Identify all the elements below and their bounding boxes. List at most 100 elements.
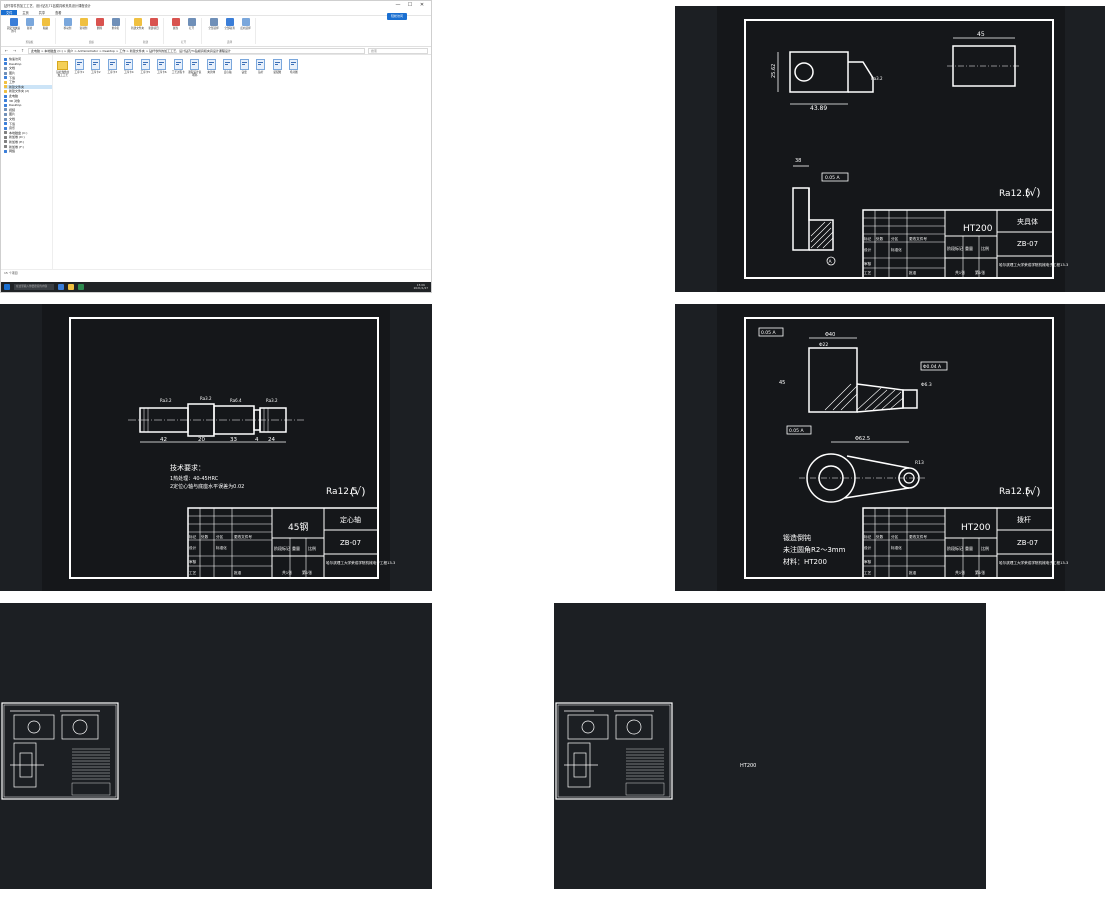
- app-icon[interactable]: [78, 284, 84, 290]
- document-icon: [289, 59, 299, 70]
- file-item[interactable]: 夹具体: [205, 59, 219, 77]
- ribbon-button[interactable]: 复制: [23, 18, 36, 30]
- tb-label-process: 工艺: [864, 270, 872, 275]
- tb-label-zone: 分区: [891, 534, 899, 539]
- nav-item-label: 新建文件夹 (2): [9, 89, 30, 94]
- ribbon-button[interactable]: 重命名: [109, 18, 122, 30]
- title-part-name: 夹具体: [1017, 217, 1038, 226]
- forward-arrow-icon[interactable]: →: [12, 48, 17, 53]
- ribbon-button[interactable]: 反向选择: [239, 18, 252, 30]
- ribbon-button-label: 固定到快速访问: [7, 27, 20, 33]
- tb-label-standard: 标准化: [891, 545, 902, 550]
- folder-icon: [4, 103, 7, 107]
- tb-label-review: 审核: [864, 559, 872, 564]
- maximize-button[interactable]: ☐: [404, 1, 416, 10]
- clock[interactable]: 15:06 2021/1/27: [414, 283, 428, 290]
- file-item[interactable]: 定心轴: [221, 59, 235, 77]
- ribbon-button-icon: [79, 18, 88, 26]
- menu-home[interactable]: 主页: [17, 10, 33, 15]
- nav-item-label: 快速访问: [9, 57, 22, 62]
- cad-drawing-fixture-body[interactable]: 43.89 25.62 Ra3.2 45 38 0.05 A A Ra12.5 …: [675, 6, 1105, 292]
- menu-view[interactable]: 查看: [50, 10, 66, 15]
- file-item[interactable]: 工序卡4: [122, 59, 136, 77]
- close-button[interactable]: ✕: [416, 1, 428, 10]
- ribbon-button[interactable]: 固定到快速访问: [7, 18, 20, 33]
- cad-drawing-lever[interactable]: 0.05 A Φ40 Φ22 45 Φ6.3 Φ0.04 A 0.05 A Φ6…: [675, 304, 1105, 591]
- ribbon-button-label: 粘贴: [42, 27, 49, 30]
- file-item[interactable]: 钻套: [238, 59, 252, 77]
- ribbon-button-icon: [187, 18, 196, 26]
- minimize-button[interactable]: —: [392, 1, 404, 10]
- nav-item-label: 下载: [9, 121, 16, 126]
- ribbon-button[interactable]: 全部取消: [223, 18, 236, 30]
- ease-of-access-badge[interactable]: 轻松访问: [387, 13, 407, 20]
- edge-browser-icon[interactable]: [58, 284, 64, 290]
- ribbon-button[interactable]: 全部选择: [207, 18, 220, 30]
- taskbar: 在这里输入你要搜索的内容 15:06 2021/1/27: [1, 282, 431, 292]
- up-arrow-icon[interactable]: ↑: [20, 48, 25, 53]
- search-input[interactable]: 搜索: [368, 47, 428, 54]
- tech-requirement-1: 1热处理：40-45HRC: [170, 475, 219, 482]
- tb-label-process: 工艺: [189, 570, 197, 575]
- tolerance-frame-right: Φ0.04 A: [923, 364, 942, 370]
- ribbon-button[interactable]: 移动到: [61, 18, 74, 30]
- document-icon: [190, 59, 200, 70]
- ribbon-button-icon: [241, 18, 250, 26]
- tb-total-sheets: 共1张: [282, 570, 292, 575]
- file-item[interactable]: 工序卡3: [106, 59, 120, 77]
- ribbon-button[interactable]: 打开: [185, 18, 198, 30]
- back-arrow-icon[interactable]: ←: [4, 48, 9, 53]
- file-explorer-icon[interactable]: [68, 284, 74, 290]
- document-icon: [272, 59, 282, 70]
- ribbon-button-icon: [9, 18, 18, 26]
- file-item[interactable]: 毛坯图: [287, 59, 301, 77]
- tb-label-count: 处数: [201, 534, 209, 539]
- file-item[interactable]: 钻杆: [254, 59, 268, 77]
- file-item[interactable]: 装配图: [271, 59, 285, 77]
- file-item[interactable]: 钻杆零件的加工工艺: [56, 59, 70, 77]
- ribbon-button-label: 重命名: [111, 27, 120, 30]
- address-input[interactable]: 此电脑 > 本地磁盘 (C:) > 用户 > Administrator > D…: [28, 47, 365, 54]
- tb-label-stage: 阶段标记: [947, 545, 963, 551]
- folder-icon: [4, 126, 7, 130]
- folder-icon: [4, 135, 7, 139]
- nav-item[interactable]: 网络: [4, 149, 52, 154]
- menu-share[interactable]: 共享: [34, 10, 50, 15]
- document-icon: [256, 59, 266, 70]
- folder-icon: [4, 131, 7, 135]
- ribbon-button[interactable]: 删除: [93, 18, 106, 30]
- ribbon-button[interactable]: 新建文件夹: [131, 18, 144, 30]
- tb-label-design: 设计: [864, 247, 872, 252]
- title-drawing-number: ZB-07: [1017, 240, 1038, 248]
- roughness-check: (√): [1025, 186, 1041, 199]
- nav-item-label: 文档: [9, 66, 16, 71]
- document-icon: [239, 59, 249, 70]
- ribbon-button[interactable]: 新建项目: [147, 18, 160, 30]
- title-part-name: 拨杆: [1017, 515, 1031, 524]
- tb-label-scale: 比例: [308, 545, 316, 551]
- file-item[interactable]: 工序卡2: [89, 59, 103, 77]
- cad-drawing-assembly-2[interactable]: HT200: [554, 603, 986, 889]
- file-item[interactable]: 工序卡1: [73, 59, 87, 77]
- dim-side: 38: [795, 158, 801, 164]
- cad-drawing-centering-shaft[interactable]: 42 20 33 4 24 Ra3.2 Ra3.2 Ra6.4 Ra3.2 技术…: [0, 304, 432, 591]
- file-name: 工序卡4: [124, 71, 134, 74]
- nav-item-label: 新加卷 (F:): [9, 144, 24, 149]
- file-item[interactable]: 课程设计说明书: [188, 59, 202, 77]
- ribbon-button-label: 新建项目: [148, 27, 159, 30]
- title-school: 哈尔滨理工大学荣成学院机械电子工程13-3: [999, 262, 1068, 267]
- cad-drawing-assembly[interactable]: [0, 603, 432, 889]
- ribbon-button[interactable]: 复制到: [77, 18, 90, 30]
- ribbon-button[interactable]: 属性: [169, 18, 182, 30]
- start-windows-icon[interactable]: [4, 284, 10, 290]
- file-item[interactable]: 工序卡6: [155, 59, 169, 77]
- ribbon-button[interactable]: 粘贴: [39, 18, 52, 30]
- file-item[interactable]: 工艺过程卡: [172, 59, 186, 77]
- tb-total-sheets: 共1张: [955, 570, 965, 575]
- taskbar-search[interactable]: 在这里输入你要搜索的内容: [14, 284, 54, 290]
- ribbon: 固定到快速访问 复制 粘贴 剪贴板 移动到 复制到 删除 重命名 组织 新建文件夹 新建项目 新建 属性…: [1, 16, 431, 47]
- file-item[interactable]: 工序卡5: [139, 59, 153, 77]
- ribbon-button-label: 删除: [96, 27, 103, 30]
- ribbon-button-icon: [111, 18, 120, 26]
- menu-file[interactable]: 文件: [1, 10, 18, 15]
